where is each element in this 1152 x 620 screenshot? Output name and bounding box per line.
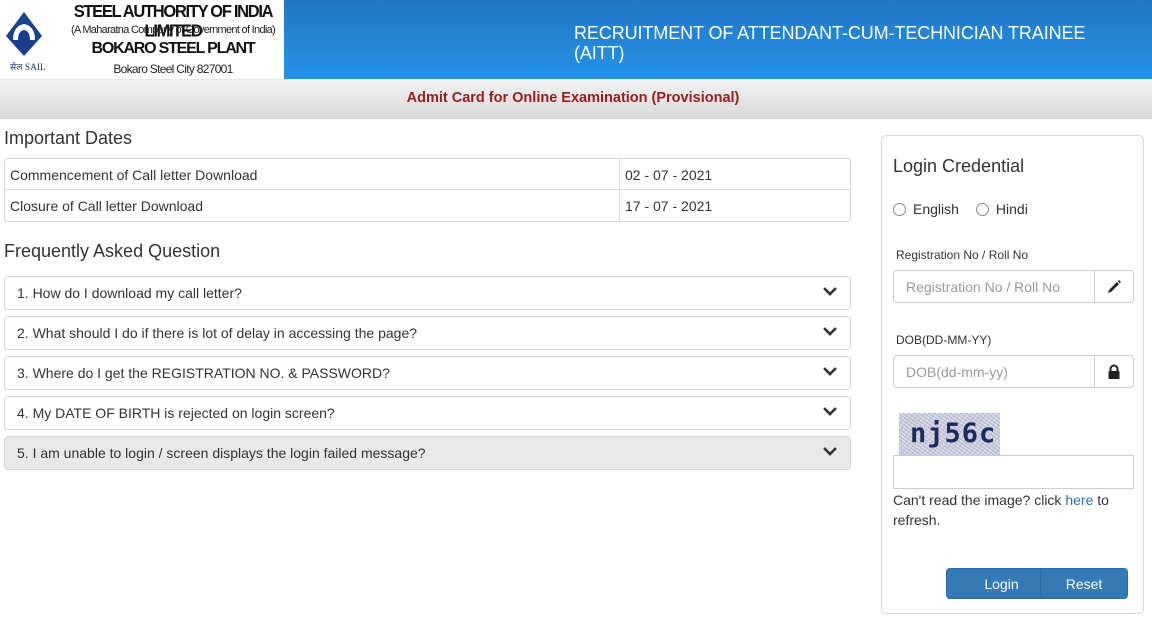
important-dates-heading: Important Dates [4,128,133,148]
chevron-down-icon[interactable] [823,325,837,339]
captcha-input[interactable] [893,455,1134,489]
date-value: 17 - 07 - 2021 [619,190,850,221]
radio-hindi[interactable] [975,202,989,216]
chevron-down-icon[interactable] [823,445,837,459]
plant-address: Bokaro Steel City 827001 [113,62,233,76]
faq-question: 4. My DATE OF BIRTH is rejected on login… [17,405,335,421]
chevron-down-icon[interactable] [823,405,837,419]
dob-label: DOB(DD-MM-YY) [896,333,992,347]
faq-item-5[interactable]: 5. I am unable to login / screen display… [4,436,851,470]
table-row: Closure of Call letter Download 17 - 07 … [5,190,850,221]
sail-emblem-icon [6,12,42,56]
faq-item-4[interactable]: 4. My DATE OF BIRTH is rejected on login… [4,396,851,430]
captcha-help-prefix: Can't read the image? click [893,492,1066,508]
radio-hindi-label[interactable]: Hindi [996,201,1028,217]
org-subtitle: (A Maharatna Company of Government of In… [71,24,276,36]
lock-addon [1094,356,1133,387]
registration-input[interactable] [894,271,1094,302]
login-panel: Login Credential English Hindi Registrat… [881,135,1144,614]
dob-input-group [893,355,1134,388]
site-header: सेल SAIL STEEL AUTHORITY OF INDIA LIMITE… [0,0,1152,79]
faq-question: 1. How do I download my call letter? [17,285,242,301]
table-row: Commencement of Call letter Download 02 … [5,159,850,190]
captcha-image: nj56c [899,413,1000,455]
logo-caption: सेल SAIL [10,62,46,72]
faq-question: 3. Where do I get the REGISTRATION NO. &… [17,365,390,381]
chevron-down-icon[interactable] [823,365,837,379]
date-label: Commencement of Call letter Download [10,167,258,183]
language-selector: English Hindi [893,201,1045,217]
organization-logo: सेल SAIL STEEL AUTHORITY OF INDIA LIMITE… [0,0,284,79]
captcha-text: nj56c [910,418,997,449]
important-dates-table: Commencement of Call letter Download 02 … [4,158,851,222]
recruitment-title: RECRUITMENT OF ATTENDANT-CUM-TECHNICIAN … [574,23,1086,63]
registration-label: Registration No / Roll No [896,248,1029,262]
date-value: 02 - 07 - 2021 [619,159,850,189]
faq-item-3[interactable]: 3. Where do I get the REGISTRATION NO. &… [4,356,851,390]
faq-question: 2. What should I do if there is lot of d… [17,325,418,341]
plant-name: BOKARO STEEL PLANT [91,40,255,57]
radio-english-label[interactable]: English [913,201,959,217]
captcha-help-text: Can't read the image? click here to refr… [893,490,1133,530]
captcha-refresh-link[interactable]: here [1065,492,1093,508]
lock-icon [1108,364,1120,379]
faq-question: 5. I am unable to login / screen display… [17,445,426,461]
faq-heading: Frequently Asked Question [4,241,221,261]
radio-english[interactable] [893,202,906,216]
subheader-bar: Admit Card for Online Examination (Provi… [0,79,1152,119]
registration-input-group [893,270,1134,303]
pencil-addon [1094,271,1133,302]
faq-item-2[interactable]: 2. What should I do if there is lot of d… [4,316,851,350]
faq-item-1[interactable]: 1. How do I download my call letter? [4,276,851,310]
chevron-down-icon[interactable] [823,285,837,299]
date-label: Closure of Call letter Download [10,198,203,214]
page-title: Admit Card for Online Examination (Provi… [406,90,740,106]
pencil-icon [1108,279,1121,293]
reset-button[interactable]: Reset [1040,568,1128,599]
login-title: Login Credential [893,156,1025,176]
dob-input[interactable] [894,356,1094,387]
